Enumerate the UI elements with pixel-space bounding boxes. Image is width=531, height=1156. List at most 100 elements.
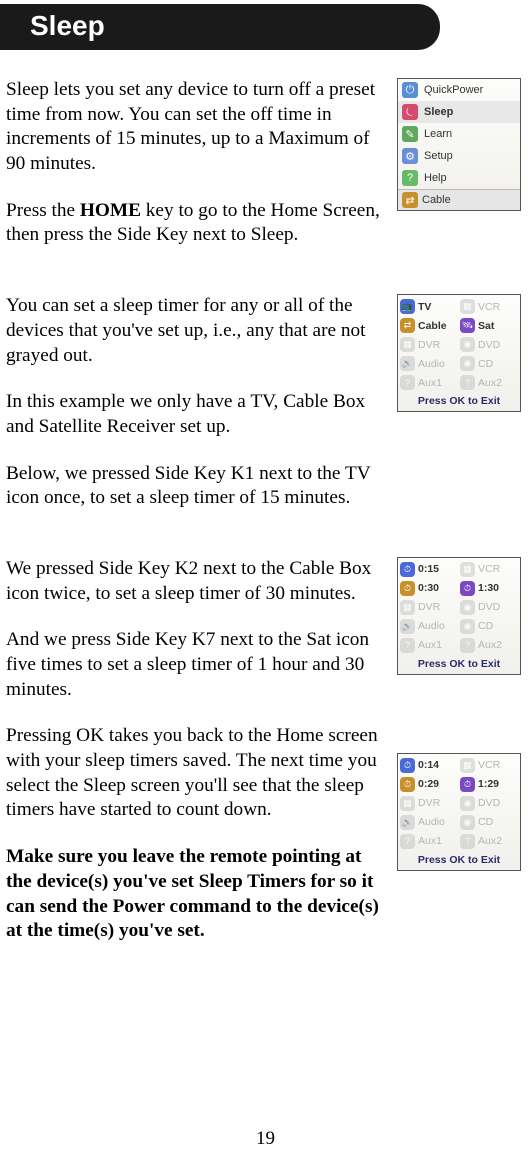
menu-item: ✎ Learn	[398, 123, 520, 145]
grid-row: ⏱0:14▦VCR	[400, 756, 518, 775]
page-content: Sleep lets you set any device to turn of…	[0, 50, 531, 966]
grid-cell: ◉CD	[460, 356, 518, 371]
grid-cell: ◉CD	[460, 619, 518, 634]
grid-cell: 🔊Audio	[400, 619, 458, 634]
grid-cell-label: 0:14	[418, 759, 439, 771]
grid-cell-icon: ▦	[400, 600, 415, 615]
s1-p2-a: Press the	[6, 200, 80, 221]
menu-item-icon: ⏻	[402, 82, 418, 98]
menu-item: ?Help	[398, 167, 520, 189]
grid-cell-label: DVR	[418, 797, 440, 809]
grid-cell: ▦DVR	[400, 796, 458, 811]
grid-row: ⏱0:15▦VCR	[400, 560, 518, 579]
menu-item: ⏾Sleep	[398, 101, 520, 123]
grid-cell-icon: ◉	[460, 815, 475, 830]
device-grid-screenshot: 📺TV▦VCR⇄Cable🛰Sat▦DVR◉DVD🔊Audio◉CD?Aux1?…	[397, 294, 521, 412]
menu-item-label: Learn	[424, 128, 452, 140]
footer-label: Cable	[422, 194, 451, 206]
grid-cell-label: Sat	[478, 320, 494, 332]
menu-item-icon: ?	[402, 170, 418, 186]
grid-cell-label: Aux1	[418, 377, 442, 389]
grid-cell-icon: ◉	[460, 600, 475, 615]
grid-row: ?Aux1 ?Aux2	[400, 373, 518, 392]
grid-cell-icon: ⏱	[400, 581, 415, 596]
menu-item: ⚙Setup	[398, 145, 520, 167]
section-3-figure: ⏱0:15▦VCR⏱0:30⏱1:30▦DVR◉DVD🔊Audio◉CD?Aux…	[397, 557, 523, 893]
grid-row: 🔊Audio◉CD	[400, 617, 518, 636]
grid-cell: ?Aux2	[460, 638, 518, 653]
menu-item-icon: ⚙	[402, 148, 418, 164]
grid-cell-label: DVD	[478, 339, 500, 351]
grid-cell-icon: ?	[460, 638, 475, 653]
grid-cell-icon: ◉	[460, 337, 475, 352]
grid-cell: ◉DVD	[460, 796, 518, 811]
grid-cell-icon: ▦	[460, 562, 475, 577]
grid-cell: 📺TV	[400, 299, 458, 314]
grid-cell: ⏱0:15	[400, 562, 458, 577]
s2-p3: Below, we pressed Side Key K1 next to th…	[6, 462, 389, 511]
menu-item-label: QuickPower	[424, 84, 483, 96]
grid-cell: ⏱0:14	[400, 758, 458, 773]
s2-p1: You can set a sleep timer for any or all…	[6, 294, 389, 368]
grid-cell-icon: ◉	[460, 619, 475, 634]
grid-cell-icon: ▦	[460, 299, 475, 314]
grid-cell-label: 1:29	[478, 778, 499, 790]
timer-grid-screenshot-a: ⏱0:15▦VCR⏱0:30⏱1:30▦DVR◉DVD🔊Audio◉CD?Aux…	[397, 557, 521, 675]
grid-cell-label: Audio	[418, 358, 445, 370]
grid-cell-label: 0:29	[418, 778, 439, 790]
s2-p2: In this example we only have a TV, Cable…	[6, 390, 389, 439]
grid-row: ?Aux1?Aux2	[400, 636, 518, 655]
grid-cell: ?Aux2	[460, 375, 518, 390]
grid-cell-icon: ⏱	[400, 758, 415, 773]
menu-item-label: Sleep	[424, 106, 453, 118]
grid-row: ▦DVR◉DVD	[400, 794, 518, 813]
grid-cell-icon: ?	[400, 375, 415, 390]
grid-cell-icon: ⏱	[400, 777, 415, 792]
grid-cell-label: TV	[418, 301, 431, 313]
grid-cell-label: Aux2	[478, 377, 502, 389]
grid-cell-icon: ?	[400, 638, 415, 653]
home-menu-screenshot: ⏻ QuickPower ⏾Sleep ✎ Learn ⚙Setup?Help ⇄ Cable	[397, 78, 521, 211]
grid-cell-icon: ▦	[400, 337, 415, 352]
grid-row: ▦DVR◉DVD	[400, 335, 518, 354]
grid-cell-label: CD	[478, 620, 493, 632]
grid-cell-icon: 🔊	[400, 619, 415, 634]
grid-cell: 🔊Audio	[400, 356, 458, 371]
grid-cell-icon: ▦	[460, 758, 475, 773]
grid-cell: ◉DVD	[460, 600, 518, 615]
grid-cell: ⏱0:30	[400, 581, 458, 596]
grid-cell-label: Cable	[418, 320, 447, 332]
section-2: You can set a sleep timer for any or all…	[6, 294, 523, 533]
grid-cell-label: DVD	[478, 797, 500, 809]
grid-cell-label: Audio	[418, 816, 445, 828]
s3-p2: And we press Side Key K7 next to the Sat…	[6, 628, 389, 702]
grid-cell-label: DVR	[418, 601, 440, 613]
section-1-figure: ⏻ QuickPower ⏾Sleep ✎ Learn ⚙Setup?Help ⇄ Cable	[397, 78, 523, 233]
section-header: Sleep	[0, 4, 440, 50]
ok-footer: Press OK to Exit	[398, 851, 520, 870]
grid-cell: ?Aux2	[460, 834, 518, 849]
grid-row: 🔊Audio◉CD	[400, 354, 518, 373]
menu-item-icon: ✎	[402, 126, 418, 142]
grid-row: ⏱0:29⏱1:29	[400, 775, 518, 794]
grid-cell-icon: ◉	[460, 356, 475, 371]
grid-cell-label: 0:30	[418, 582, 439, 594]
grid-cell-icon: 🔊	[400, 356, 415, 371]
ok-footer: Press OK to Exit	[398, 392, 520, 411]
s3-warning: Make sure you leave the remote pointing …	[6, 845, 389, 944]
grid-cell-icon: ⏱	[460, 581, 475, 596]
grid-row: ⇄Cable🛰Sat	[400, 316, 518, 335]
grid-cell: ⏱1:30	[460, 581, 518, 596]
grid-cell: 🔊Audio	[400, 815, 458, 830]
footer-icon: ⇄	[402, 192, 418, 208]
grid-cell-label: Aux1	[418, 835, 442, 847]
ok-footer: Press OK to Exit	[398, 655, 520, 674]
grid-cell: ⇄Cable	[400, 318, 458, 333]
grid-cell: ⏱0:29	[400, 777, 458, 792]
grid-cell-icon: 🔊	[400, 815, 415, 830]
grid-cell-icon: ⏱	[460, 777, 475, 792]
grid-row: 📺TV▦VCR	[400, 297, 518, 316]
page-number: 19	[0, 1128, 531, 1150]
grid-cell-icon: ?	[400, 834, 415, 849]
menu-footer: ⇄ Cable	[398, 189, 520, 210]
